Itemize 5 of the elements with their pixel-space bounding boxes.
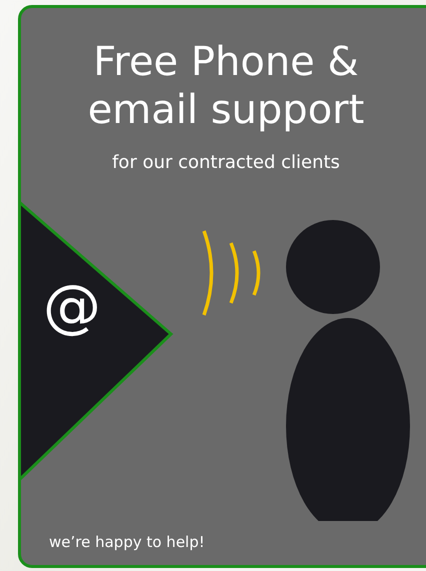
- at-sign: @: [43, 276, 101, 336]
- sound-waves-icon: [202, 230, 260, 316]
- banner-title: Free Phone & email support: [86, 38, 366, 134]
- banner-subtitle: for our contracted clients: [111, 152, 341, 173]
- footer-text: we’re happy to help!: [49, 533, 205, 551]
